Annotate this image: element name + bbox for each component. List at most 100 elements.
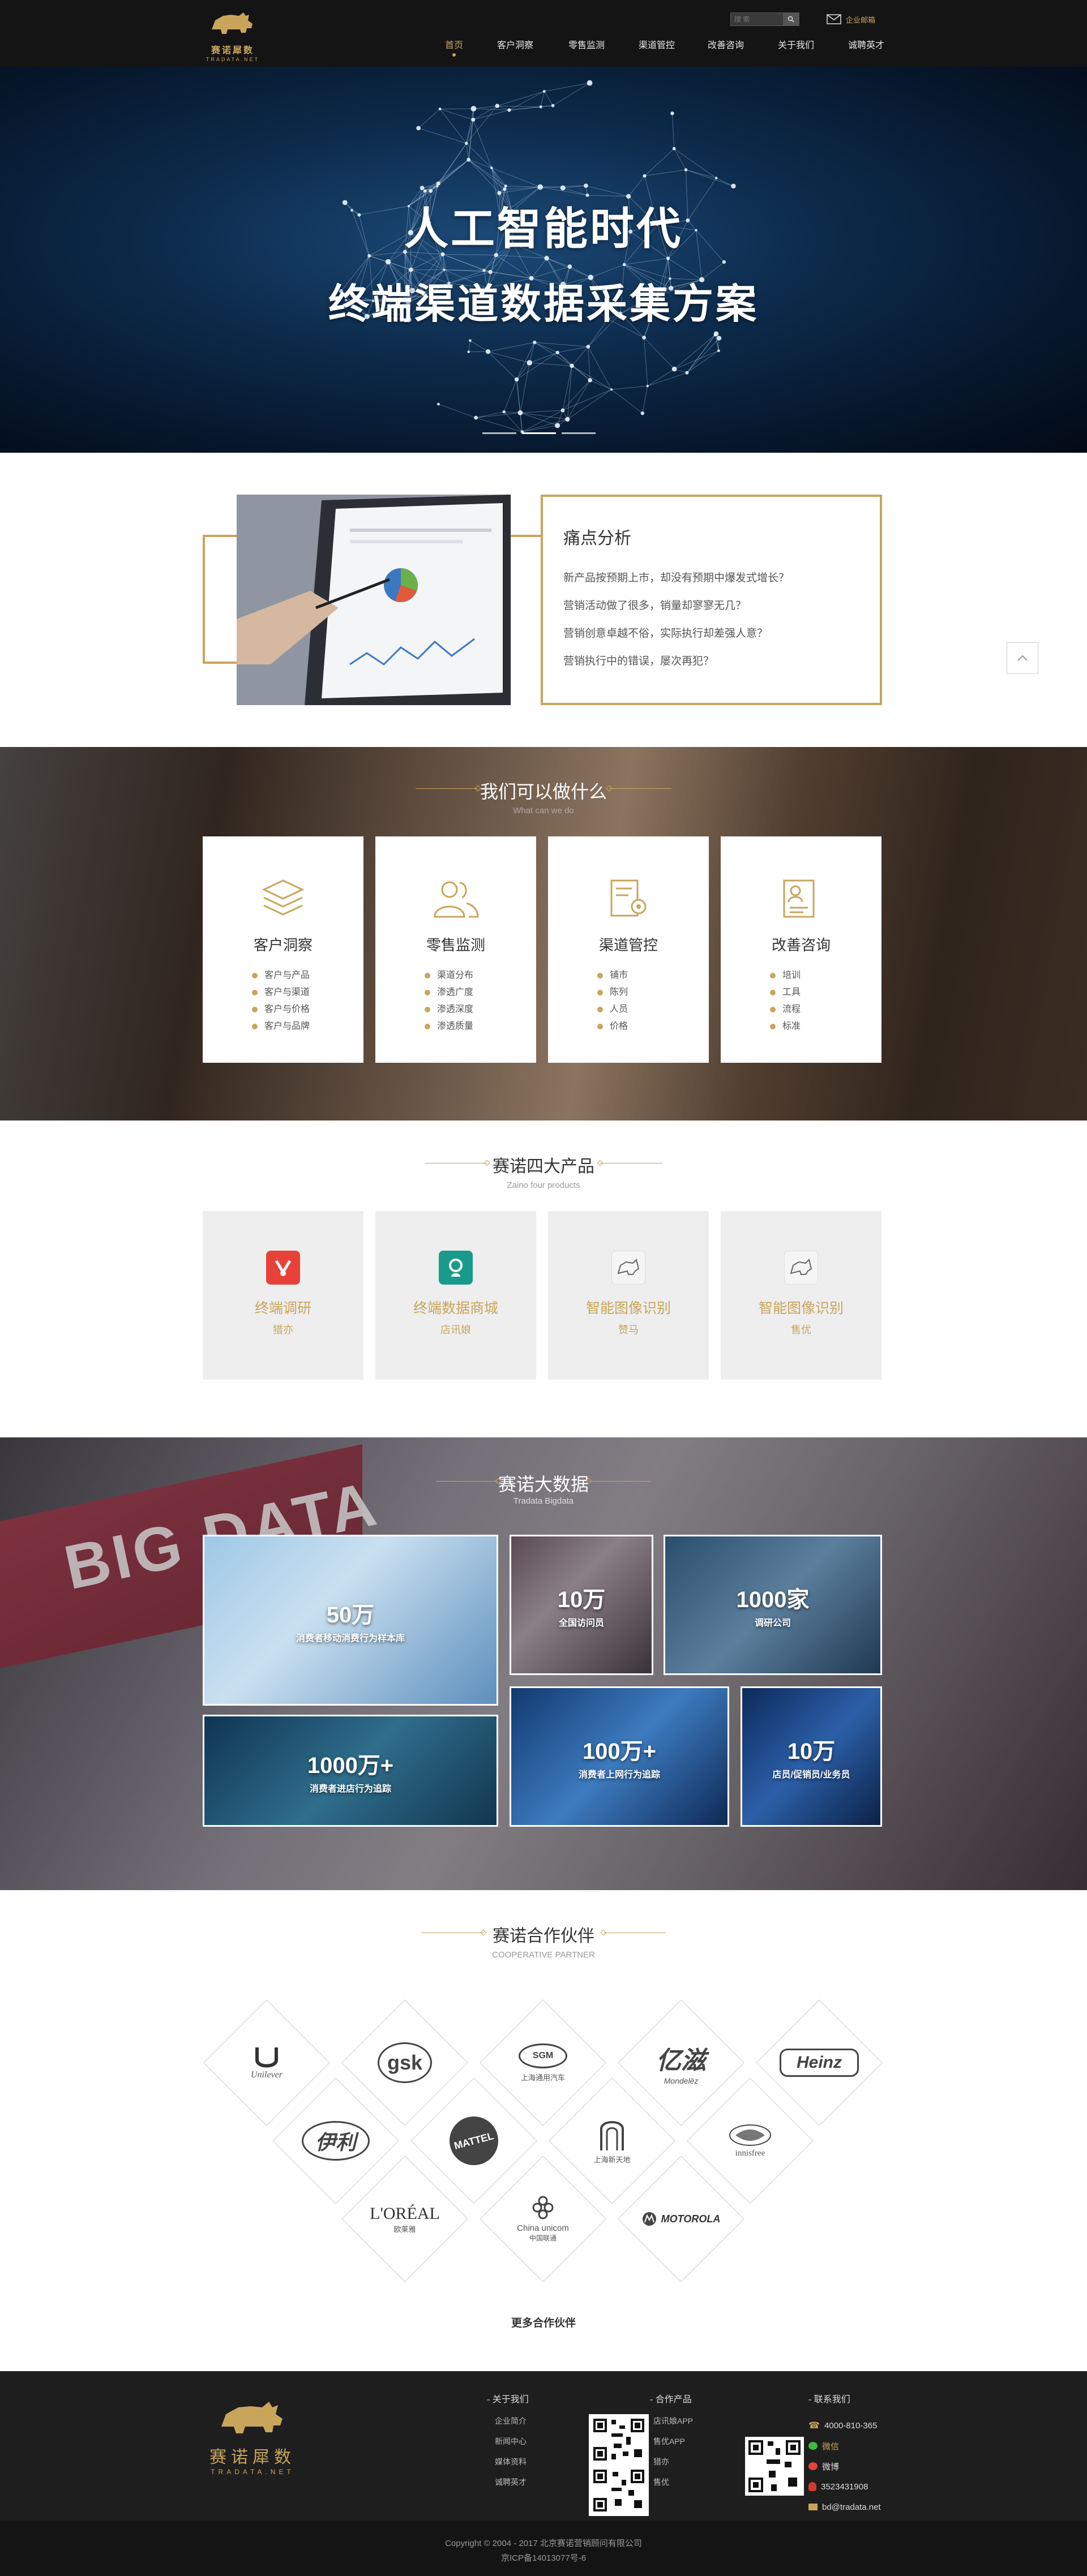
products-subtitle: Zaino four products [507,1180,580,1190]
footer-column-heading: - 关于我们 [487,2395,529,2405]
back-to-top-button[interactable] [1007,642,1038,674]
logo-text: 赛诺犀数 [211,46,254,55]
footer-link[interactable]: 诚聘英才 [495,2476,529,2497]
site-logo[interactable]: 赛诺犀数 TRADATA.NET [202,8,264,62]
mail-icon [808,2504,818,2510]
pain-item: 营销活动做了很多，销量却寥寥无几？ [563,600,747,612]
enterprise-mail-link[interactable]: 企业邮箱 [827,12,875,26]
main-nav: 首页 客户洞察 零售监测 渠道管控 改善咨询 关于我们 诚聘英才 [436,37,892,57]
footer-logo-text: 赛诺犀数 [209,2448,296,2467]
slide-dot[interactable] [482,432,516,434]
bigdata-number: 100万+ [582,1739,657,1764]
hero-banner[interactable]: 人工智能时代 终端渠道数据采集方案 [0,67,1087,453]
footer-logo[interactable]: 赛诺犀数 TRADATA.NET [207,2397,298,2476]
footer-column-heading: - 联系我们 [808,2395,850,2405]
nav-customer-insight[interactable]: 客户洞察 [489,37,541,51]
service-card-channel-control[interactable]: 渠道管控 铺市 陈列 人员 价格 [548,836,709,1063]
chevron-up-icon [1017,655,1028,661]
mail-icon [827,14,841,24]
nav-retail-monitoring[interactable]: 零售监测 [560,37,613,51]
rhino-app-icon [784,1251,818,1285]
bigdata-title: 赛诺大数据 [498,1474,589,1495]
product-card-image-recognition-2[interactable]: 智能图像识别 售优 [721,1211,881,1380]
pain-item: 营销创意卓越不俗，实际执行却差强人意？ [563,628,768,639]
rhino-app-icon [611,1251,645,1285]
partners-title: 赛诺合作伙伴 [493,1927,594,1946]
service-card-consulting[interactable]: 改善咨询 培训 工具 流程 标准 [721,836,881,1063]
hero-title-line2: 终端渠道数据采集方案 [328,282,759,327]
service-list-item: 渗透深度 [425,1001,487,1018]
service-list: 客户与产品 客户与渠道 客户与价格 客户与品牌 [252,967,314,1035]
footer-link[interactable]: 媒体资料 [495,2456,529,2476]
contact-wechat[interactable]: 微信 [808,2436,881,2456]
partner-logo-loreal[interactable]: L'ORÉAL 欧莱雅 [343,2157,467,2281]
contact-phone[interactable]: ☎ 4000-810-365 [808,2415,881,2436]
service-list: 培训 工具 流程 标准 [770,967,832,1035]
logo-text-en: TRADATA.NET [206,57,260,62]
pain-item: 新产品按预期上市，却没有预期中爆发式增长？ [563,572,790,584]
bigdata-label: 消费者上网行为追踪 [578,1770,660,1780]
partner-name: Heinz [780,2049,859,2077]
nav-home[interactable]: 首页 [436,37,472,57]
footer-link[interactable]: 新闻中心 [495,2436,529,2456]
bigdata-number: 10万 [787,1739,836,1764]
search-button[interactable] [783,13,799,25]
footer-link[interactable]: 售优APP [653,2436,693,2456]
partners-subtitle: COOPERATIVE PARTNER [492,1950,595,1960]
nav-about-us[interactable]: 关于我们 [770,37,822,51]
nav-careers[interactable]: 诚聘英才 [840,37,892,51]
footer-link[interactable]: 店讯娘APP [653,2415,693,2436]
pain-title: 痛点分析 [563,529,631,548]
qq-icon [808,2482,816,2491]
bigdata-tile-interviewers: 10万 全国访问员 [510,1535,653,1675]
bigdata-label: 消费者进店行为追踪 [309,1784,391,1794]
arch-logo-icon [600,2120,624,2150]
contact-qq[interactable]: 3523431908 [808,2476,881,2497]
title-decor-line [609,788,671,789]
service-list-item: 渗透广度 [425,984,487,1001]
contact-text: 微博 [822,2462,840,2472]
service-card-customer-insight[interactable]: 客户洞察 客户与产品 客户与渠道 客户与价格 客户与品牌 [203,836,363,1063]
wechat-icon [808,2442,818,2450]
footer-link[interactable]: 售优 [653,2476,693,2497]
nav-consulting[interactable]: 改善咨询 [700,37,752,51]
service-list: 渠道分布 渗透广度 渗透深度 渗透质量 [425,967,487,1035]
contact-email[interactable]: bd@tradata.net [808,2497,881,2517]
hero-slide-indicators [482,432,596,434]
bigdata-tile-staff: 10万 店员/促销员/业务员 [741,1686,882,1827]
partner-name: L'ORÉAL [370,2204,440,2223]
footer-link[interactable]: 猎亦 [653,2456,693,2476]
partner-logo-motorola[interactable]: MOTOROLA [619,2157,743,2281]
service-list-item: 渗透质量 [425,1018,487,1035]
service-list-item: 渠道分布 [425,967,487,984]
layers-icon [258,876,309,921]
contact-weibo[interactable]: 微博 [808,2456,881,2476]
bigdata-label: 全国访问员 [558,1618,604,1628]
partner-logo-unicom[interactable]: China unicom 中国联通 [481,2157,605,2281]
product-card-survey[interactable]: 终端调研 猎亦 [203,1211,363,1380]
site-footer: 赛诺犀数 TRADATA.NET - 关于我们 企业简介 新闻中心 媒体资料 诚… [0,2371,1087,2521]
footer-products-column: - 合作产品 店讯娘APP 售优APP 猎亦 售优 [650,2392,693,2497]
more-partners-link[interactable]: 更多合作伙伴 [0,2315,1087,2330]
survey-app-icon [266,1251,300,1285]
slide-dot[interactable] [522,432,556,434]
product-card-image-recognition-1[interactable]: 智能图像识别 赞马 [548,1211,709,1380]
hero-title-line1: 人工智能时代 [404,204,683,254]
nav-channel-control[interactable]: 渠道管控 [631,37,683,51]
service-title: 渠道管控 [598,937,658,954]
footer-link[interactable]: 企业简介 [495,2415,529,2436]
footer-about-column: - 关于我们 企业简介 新闻中心 媒体资料 诚聘英才 [487,2392,529,2497]
products-title: 赛诺四大产品 [493,1157,594,1176]
service-list-item: 培训 [770,967,832,984]
slide-dot[interactable] [562,432,596,434]
service-card-retail-monitoring[interactable]: 零售监测 渠道分布 渗透广度 渗透深度 渗透质量 [375,836,536,1063]
search-input[interactable] [731,13,782,25]
bigdata-label: 调研公司 [754,1618,791,1628]
copyright-bar: Copyright © 2004 - 2017 北京赛诺营销顾问有限公司 京IC… [0,2521,1087,2576]
contact-text: 3523431908 [821,2481,868,2492]
product-card-data-mall[interactable]: 终端数据商城 店讯娘 [375,1211,536,1380]
partner-sub: 欧莱雅 [393,2225,416,2234]
footer-column-heading: - 合作产品 [650,2395,692,2405]
unicom-knot-icon [532,2196,554,2219]
service-list-item: 陈列 [597,984,660,1001]
